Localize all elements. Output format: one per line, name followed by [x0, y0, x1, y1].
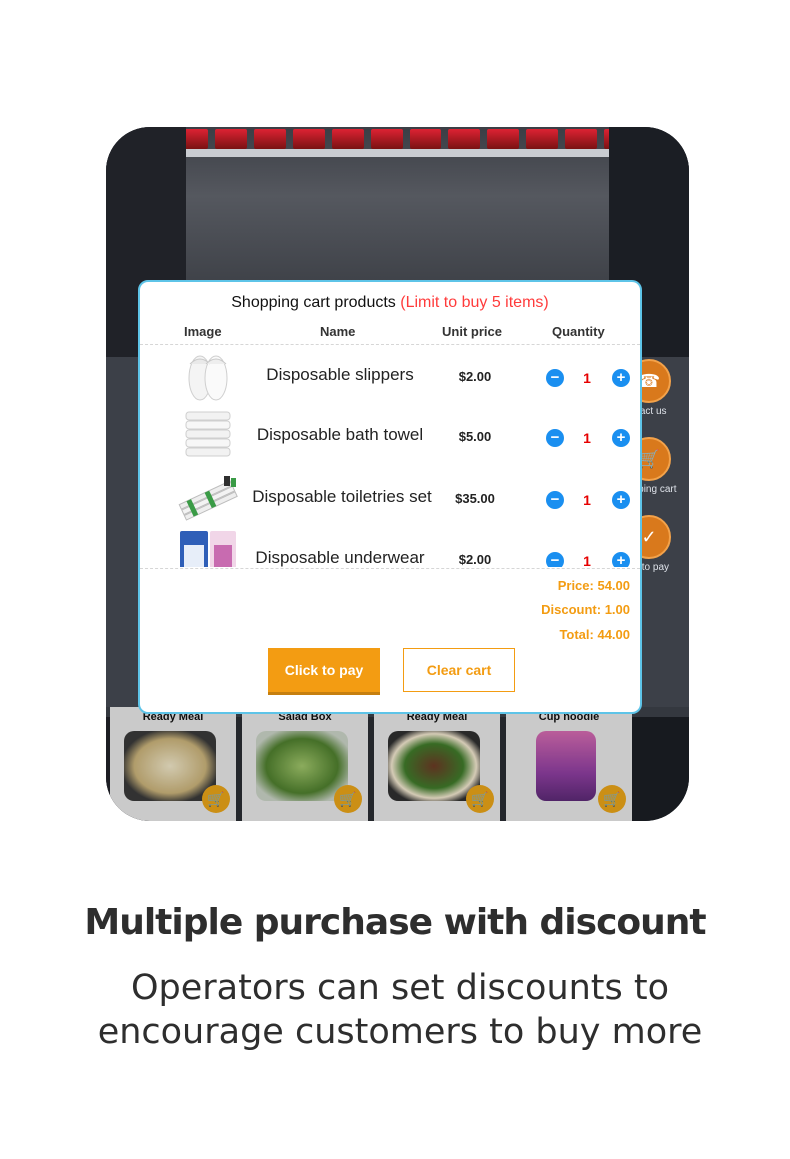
headline: Multiple purchase with discount [84, 902, 706, 943]
price-summary: Price: 54.00 [557, 578, 630, 593]
item-quantity: 1 [583, 430, 591, 446]
item-quantity: 1 [583, 553, 591, 567]
clear-cart-button[interactable]: Clear cart [403, 648, 515, 692]
slippers-icon [188, 355, 228, 401]
increase-quantity-button[interactable]: + [612, 552, 630, 567]
item-price: $5.00 [458, 429, 492, 444]
decrease-quantity-button[interactable]: − [546, 429, 564, 447]
food-row-overlay [106, 707, 689, 821]
column-header-image: Image [184, 324, 222, 339]
increase-quantity-button[interactable]: + [612, 491, 630, 509]
subheadline: Operators can set discounts to encourage… [97, 968, 703, 1052]
cart-item-row: Disposable toiletries set $35.00 − 1 + [140, 467, 640, 527]
towel-icon [185, 411, 231, 457]
total-summary: Total: 44.00 [559, 627, 630, 642]
discount-summary: Discount: 1.00 [541, 602, 630, 617]
cart-item-row: Disposable slippers $2.00 − 1 + [140, 345, 640, 405]
toiletries-icon [178, 476, 238, 521]
underwear-icon [180, 531, 236, 567]
item-quantity: 1 [583, 492, 591, 508]
list-divider [140, 568, 640, 569]
decrease-quantity-button[interactable]: − [546, 552, 564, 567]
item-price: $35.00 [455, 491, 495, 506]
column-header-unit-price: Unit price [442, 324, 502, 339]
column-header-name: Name [320, 324, 356, 339]
item-price: $2.00 [458, 552, 492, 567]
cart-title: Shopping cart products (Limit to buy 5 i… [140, 294, 640, 312]
cart-item-row: Disposable bath towel $5.00 − 1 + [140, 405, 640, 465]
item-name: Disposable toiletries set [252, 487, 432, 506]
item-name: Disposable bath towel [256, 425, 424, 444]
cart-item-list: Disposable slippers $2.00 − 1 + Disposab… [140, 345, 640, 567]
cart-title-text: Shopping cart products [231, 294, 401, 311]
decrease-quantity-button[interactable]: − [546, 491, 564, 509]
decrease-quantity-button[interactable]: − [546, 369, 564, 387]
cart-item-row: Disposable underwear $2.00 − 1 + [140, 528, 640, 567]
column-header-quantity: Quantity [552, 324, 605, 339]
increase-quantity-button[interactable]: + [612, 369, 630, 387]
limit-note: (Limit to buy 5 items) [400, 294, 549, 311]
increase-quantity-button[interactable]: + [612, 429, 630, 447]
item-price: $2.00 [458, 369, 492, 384]
shopping-cart-dialog: Shopping cart products (Limit to buy 5 i… [138, 280, 642, 714]
click-to-pay-button[interactable]: Click to pay [268, 648, 380, 692]
item-quantity: 1 [583, 370, 591, 386]
item-name: Disposable slippers [266, 365, 414, 384]
item-name: Disposable underwear [255, 548, 425, 567]
